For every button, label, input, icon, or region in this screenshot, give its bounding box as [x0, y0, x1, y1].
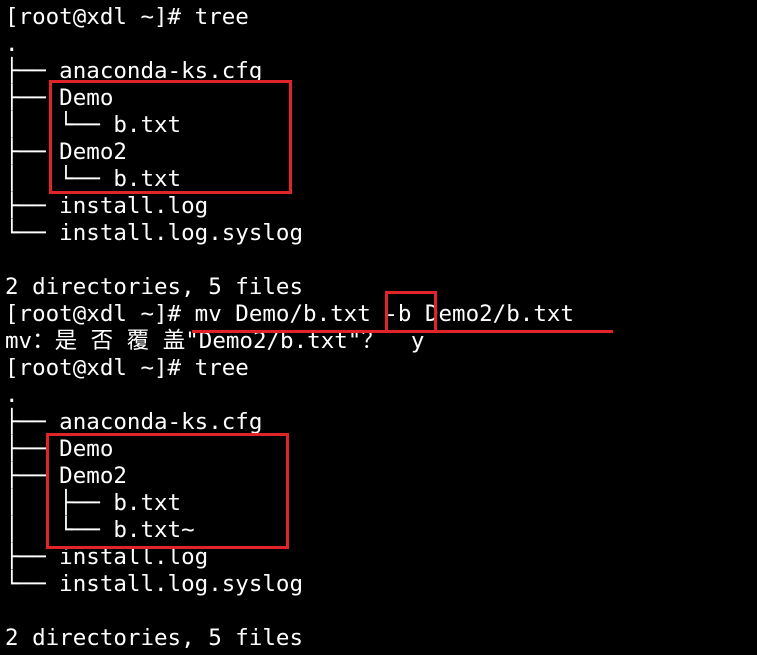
- tree-entry: ├── Demo: [5, 436, 114, 462]
- tree-entry: └── install.log.syslog: [5, 571, 304, 597]
- tree-entry: ├── anaconda-ks.cfg: [5, 409, 263, 435]
- prompt-tree-2: [root@xdl ~]# tree: [5, 355, 249, 381]
- backup-flag: -b: [384, 301, 412, 327]
- prompt-tree-1: [root@xdl ~]# tree: [5, 4, 249, 30]
- tree-entry: │ └── b.txt: [5, 112, 182, 138]
- prompt: [root@xdl ~]#: [5, 301, 195, 327]
- tree-root-1: .: [5, 31, 19, 57]
- tree-entry: │ └── b.txt~: [5, 517, 195, 543]
- tree-entry: │ ├── b.txt: [5, 490, 182, 516]
- mv-command-line: [root@xdl ~]# mv Demo/b.txt -b Demo2/b.t…: [5, 301, 574, 328]
- tree-entry: ├── Demo2: [5, 463, 127, 489]
- command-target: Demo2/b.txt: [411, 301, 574, 327]
- tree-entry: └── install.log.syslog: [5, 220, 304, 246]
- tree-root-2: .: [5, 382, 19, 408]
- tree-entry: │ └── b.txt: [5, 166, 182, 192]
- command-text: mv Demo/b.txt: [194, 301, 385, 327]
- terminal-window[interactable]: [root@xdl ~]# tree . ├── anaconda-ks.cfg…: [0, 0, 757, 655]
- tree-entry: ├── install.log: [5, 193, 209, 219]
- tree-summary-1: 2 directories, 5 files: [5, 274, 304, 300]
- tree-entry: ├── anaconda-ks.cfg: [5, 58, 263, 84]
- tree-entry: ├── Demo2: [5, 139, 127, 165]
- tree-summary-2: 2 directories, 5 files: [5, 625, 304, 651]
- tree-entry: ├── install.log: [5, 544, 209, 570]
- tree-entry: ├── Demo: [5, 85, 114, 111]
- mv-overwrite-prompt: mv：是 否 覆 盖"Demo2/b.txt"？ y: [5, 328, 425, 354]
